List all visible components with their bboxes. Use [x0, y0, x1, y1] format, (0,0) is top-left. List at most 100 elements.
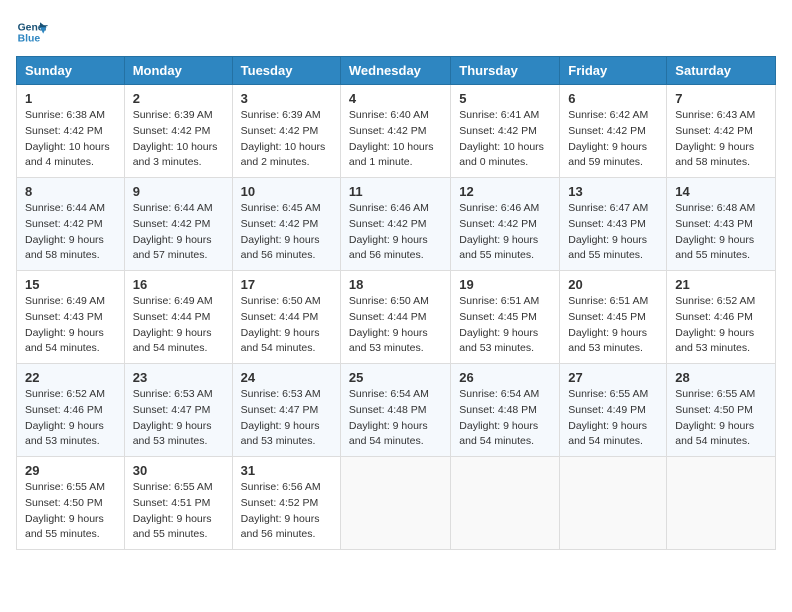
calendar-cell: 13 Sunrise: 6:47 AMSunset: 4:43 PMDayligh… [560, 178, 667, 271]
day-number: 26 [459, 370, 551, 385]
calendar-cell: 14 Sunrise: 6:48 AMSunset: 4:43 PMDayligh… [667, 178, 776, 271]
calendar-cell: 18 Sunrise: 6:50 AMSunset: 4:44 PMDayligh… [340, 271, 450, 364]
day-info: Sunrise: 6:47 AMSunset: 4:43 PMDaylight:… [568, 201, 658, 264]
day-info: Sunrise: 6:41 AMSunset: 4:42 PMDaylight:… [459, 108, 551, 171]
day-info: Sunrise: 6:39 AMSunset: 4:42 PMDaylight:… [241, 108, 332, 171]
day-number: 18 [349, 277, 442, 292]
day-number: 13 [568, 184, 658, 199]
calendar-cell: 31 Sunrise: 6:56 AMSunset: 4:52 PMDayligh… [232, 457, 340, 550]
header: General Blue [16, 16, 776, 48]
day-info: Sunrise: 6:51 AMSunset: 4:45 PMDaylight:… [459, 294, 551, 357]
day-info: Sunrise: 6:54 AMSunset: 4:48 PMDaylight:… [349, 387, 442, 450]
day-number: 14 [675, 184, 767, 199]
day-number: 22 [25, 370, 116, 385]
day-info: Sunrise: 6:40 AMSunset: 4:42 PMDaylight:… [349, 108, 442, 171]
day-info: Sunrise: 6:52 AMSunset: 4:46 PMDaylight:… [25, 387, 116, 450]
calendar-cell [560, 457, 667, 550]
day-info: Sunrise: 6:44 AMSunset: 4:42 PMDaylight:… [133, 201, 224, 264]
day-info: Sunrise: 6:48 AMSunset: 4:43 PMDaylight:… [675, 201, 767, 264]
calendar-week-row: 22 Sunrise: 6:52 AMSunset: 4:46 PMDayligh… [17, 364, 776, 457]
day-info: Sunrise: 6:53 AMSunset: 4:47 PMDaylight:… [133, 387, 224, 450]
day-info: Sunrise: 6:54 AMSunset: 4:48 PMDaylight:… [459, 387, 551, 450]
weekday-header: Saturday [667, 57, 776, 85]
day-number: 1 [25, 91, 116, 106]
calendar-header: SundayMondayTuesdayWednesdayThursdayFrid… [17, 57, 776, 85]
weekday-header: Thursday [451, 57, 560, 85]
day-info: Sunrise: 6:49 AMSunset: 4:44 PMDaylight:… [133, 294, 224, 357]
calendar-week-row: 1 Sunrise: 6:38 AMSunset: 4:42 PMDaylight… [17, 85, 776, 178]
day-number: 27 [568, 370, 658, 385]
calendar-cell: 22 Sunrise: 6:52 AMSunset: 4:46 PMDayligh… [17, 364, 125, 457]
day-info: Sunrise: 6:52 AMSunset: 4:46 PMDaylight:… [675, 294, 767, 357]
day-number: 25 [349, 370, 442, 385]
calendar-cell [667, 457, 776, 550]
day-info: Sunrise: 6:49 AMSunset: 4:43 PMDaylight:… [25, 294, 116, 357]
day-number: 24 [241, 370, 332, 385]
day-number: 4 [349, 91, 442, 106]
calendar-cell: 7 Sunrise: 6:43 AMSunset: 4:42 PMDaylight… [667, 85, 776, 178]
day-info: Sunrise: 6:51 AMSunset: 4:45 PMDaylight:… [568, 294, 658, 357]
day-number: 8 [25, 184, 116, 199]
calendar-cell: 4 Sunrise: 6:40 AMSunset: 4:42 PMDaylight… [340, 85, 450, 178]
weekday-header: Monday [124, 57, 232, 85]
day-info: Sunrise: 6:43 AMSunset: 4:42 PMDaylight:… [675, 108, 767, 171]
day-info: Sunrise: 6:50 AMSunset: 4:44 PMDaylight:… [349, 294, 442, 357]
calendar-week-row: 29Sunrise: 6:55 AMSunset: 4:50 PMDayligh… [17, 457, 776, 550]
day-number: 31 [241, 463, 332, 478]
day-number: 17 [241, 277, 332, 292]
weekday-header: Friday [560, 57, 667, 85]
calendar-cell: 17 Sunrise: 6:50 AMSunset: 4:44 PMDayligh… [232, 271, 340, 364]
day-number: 15 [25, 277, 116, 292]
day-info: Sunrise: 6:55 AMSunset: 4:50 PMDaylight:… [675, 387, 767, 450]
day-number: 3 [241, 91, 332, 106]
calendar-cell: 3 Sunrise: 6:39 AMSunset: 4:42 PMDaylight… [232, 85, 340, 178]
day-info: Sunrise: 6:55 AMSunset: 4:50 PMDaylight:… [25, 480, 116, 543]
day-number: 10 [241, 184, 332, 199]
day-info: Sunrise: 6:53 AMSunset: 4:47 PMDaylight:… [241, 387, 332, 450]
weekday-header: Sunday [17, 57, 125, 85]
calendar-cell: 5 Sunrise: 6:41 AMSunset: 4:42 PMDaylight… [451, 85, 560, 178]
calendar-cell: 6 Sunrise: 6:42 AMSunset: 4:42 PMDaylight… [560, 85, 667, 178]
calendar-cell: 19 Sunrise: 6:51 AMSunset: 4:45 PMDayligh… [451, 271, 560, 364]
day-info: Sunrise: 6:50 AMSunset: 4:44 PMDaylight:… [241, 294, 332, 357]
calendar-cell: 24 Sunrise: 6:53 AMSunset: 4:47 PMDayligh… [232, 364, 340, 457]
day-info: Sunrise: 6:38 AMSunset: 4:42 PMDaylight:… [25, 108, 116, 171]
day-number: 6 [568, 91, 658, 106]
day-number: 7 [675, 91, 767, 106]
weekday-header: Wednesday [340, 57, 450, 85]
calendar-cell: 20 Sunrise: 6:51 AMSunset: 4:45 PMDayligh… [560, 271, 667, 364]
day-number: 23 [133, 370, 224, 385]
calendar-cell: 1 Sunrise: 6:38 AMSunset: 4:42 PMDaylight… [17, 85, 125, 178]
day-number: 20 [568, 277, 658, 292]
svg-text:Blue: Blue [18, 34, 41, 45]
calendar-cell: 11Sunrise: 6:46 AMSunset: 4:42 PMDayligh… [340, 178, 450, 271]
header-row: SundayMondayTuesdayWednesdayThursdayFrid… [17, 57, 776, 85]
calendar-body: 1 Sunrise: 6:38 AMSunset: 4:42 PMDaylight… [17, 85, 776, 550]
calendar-cell: 29Sunrise: 6:55 AMSunset: 4:50 PMDayligh… [17, 457, 125, 550]
calendar-cell: 25 Sunrise: 6:54 AMSunset: 4:48 PMDayligh… [340, 364, 450, 457]
calendar-cell: 12Sunrise: 6:46 AMSunset: 4:42 PMDayligh… [451, 178, 560, 271]
calendar-cell: 30Sunrise: 6:55 AMSunset: 4:51 PMDayligh… [124, 457, 232, 550]
day-number: 5 [459, 91, 551, 106]
day-number: 19 [459, 277, 551, 292]
day-info: Sunrise: 6:55 AMSunset: 4:49 PMDaylight:… [568, 387, 658, 450]
calendar-week-row: 15 Sunrise: 6:49 AMSunset: 4:43 PMDayligh… [17, 271, 776, 364]
calendar-cell: 8 Sunrise: 6:44 AMSunset: 4:42 PMDaylight… [17, 178, 125, 271]
calendar-cell: 16Sunrise: 6:49 AMSunset: 4:44 PMDayligh… [124, 271, 232, 364]
day-info: Sunrise: 6:45 AMSunset: 4:42 PMDaylight:… [241, 201, 332, 264]
day-info: Sunrise: 6:46 AMSunset: 4:42 PMDaylight:… [459, 201, 551, 264]
day-info: Sunrise: 6:44 AMSunset: 4:42 PMDaylight:… [25, 201, 116, 264]
day-number: 21 [675, 277, 767, 292]
day-info: Sunrise: 6:42 AMSunset: 4:42 PMDaylight:… [568, 108, 658, 171]
calendar-cell: 23 Sunrise: 6:53 AMSunset: 4:47 PMDayligh… [124, 364, 232, 457]
calendar-table: SundayMondayTuesdayWednesdayThursdayFrid… [16, 56, 776, 550]
calendar-cell: 28Sunrise: 6:55 AMSunset: 4:50 PMDayligh… [667, 364, 776, 457]
day-number: 11 [349, 184, 442, 199]
weekday-header: Tuesday [232, 57, 340, 85]
day-info: Sunrise: 6:56 AMSunset: 4:52 PMDaylight:… [241, 480, 332, 543]
day-info: Sunrise: 6:39 AMSunset: 4:42 PMDaylight:… [133, 108, 224, 171]
calendar-cell: 2Sunrise: 6:39 AMSunset: 4:42 PMDaylight… [124, 85, 232, 178]
calendar-cell: 10 Sunrise: 6:45 AMSunset: 4:42 PMDayligh… [232, 178, 340, 271]
calendar-cell: 27 Sunrise: 6:55 AMSunset: 4:49 PMDayligh… [560, 364, 667, 457]
day-number: 30 [133, 463, 224, 478]
